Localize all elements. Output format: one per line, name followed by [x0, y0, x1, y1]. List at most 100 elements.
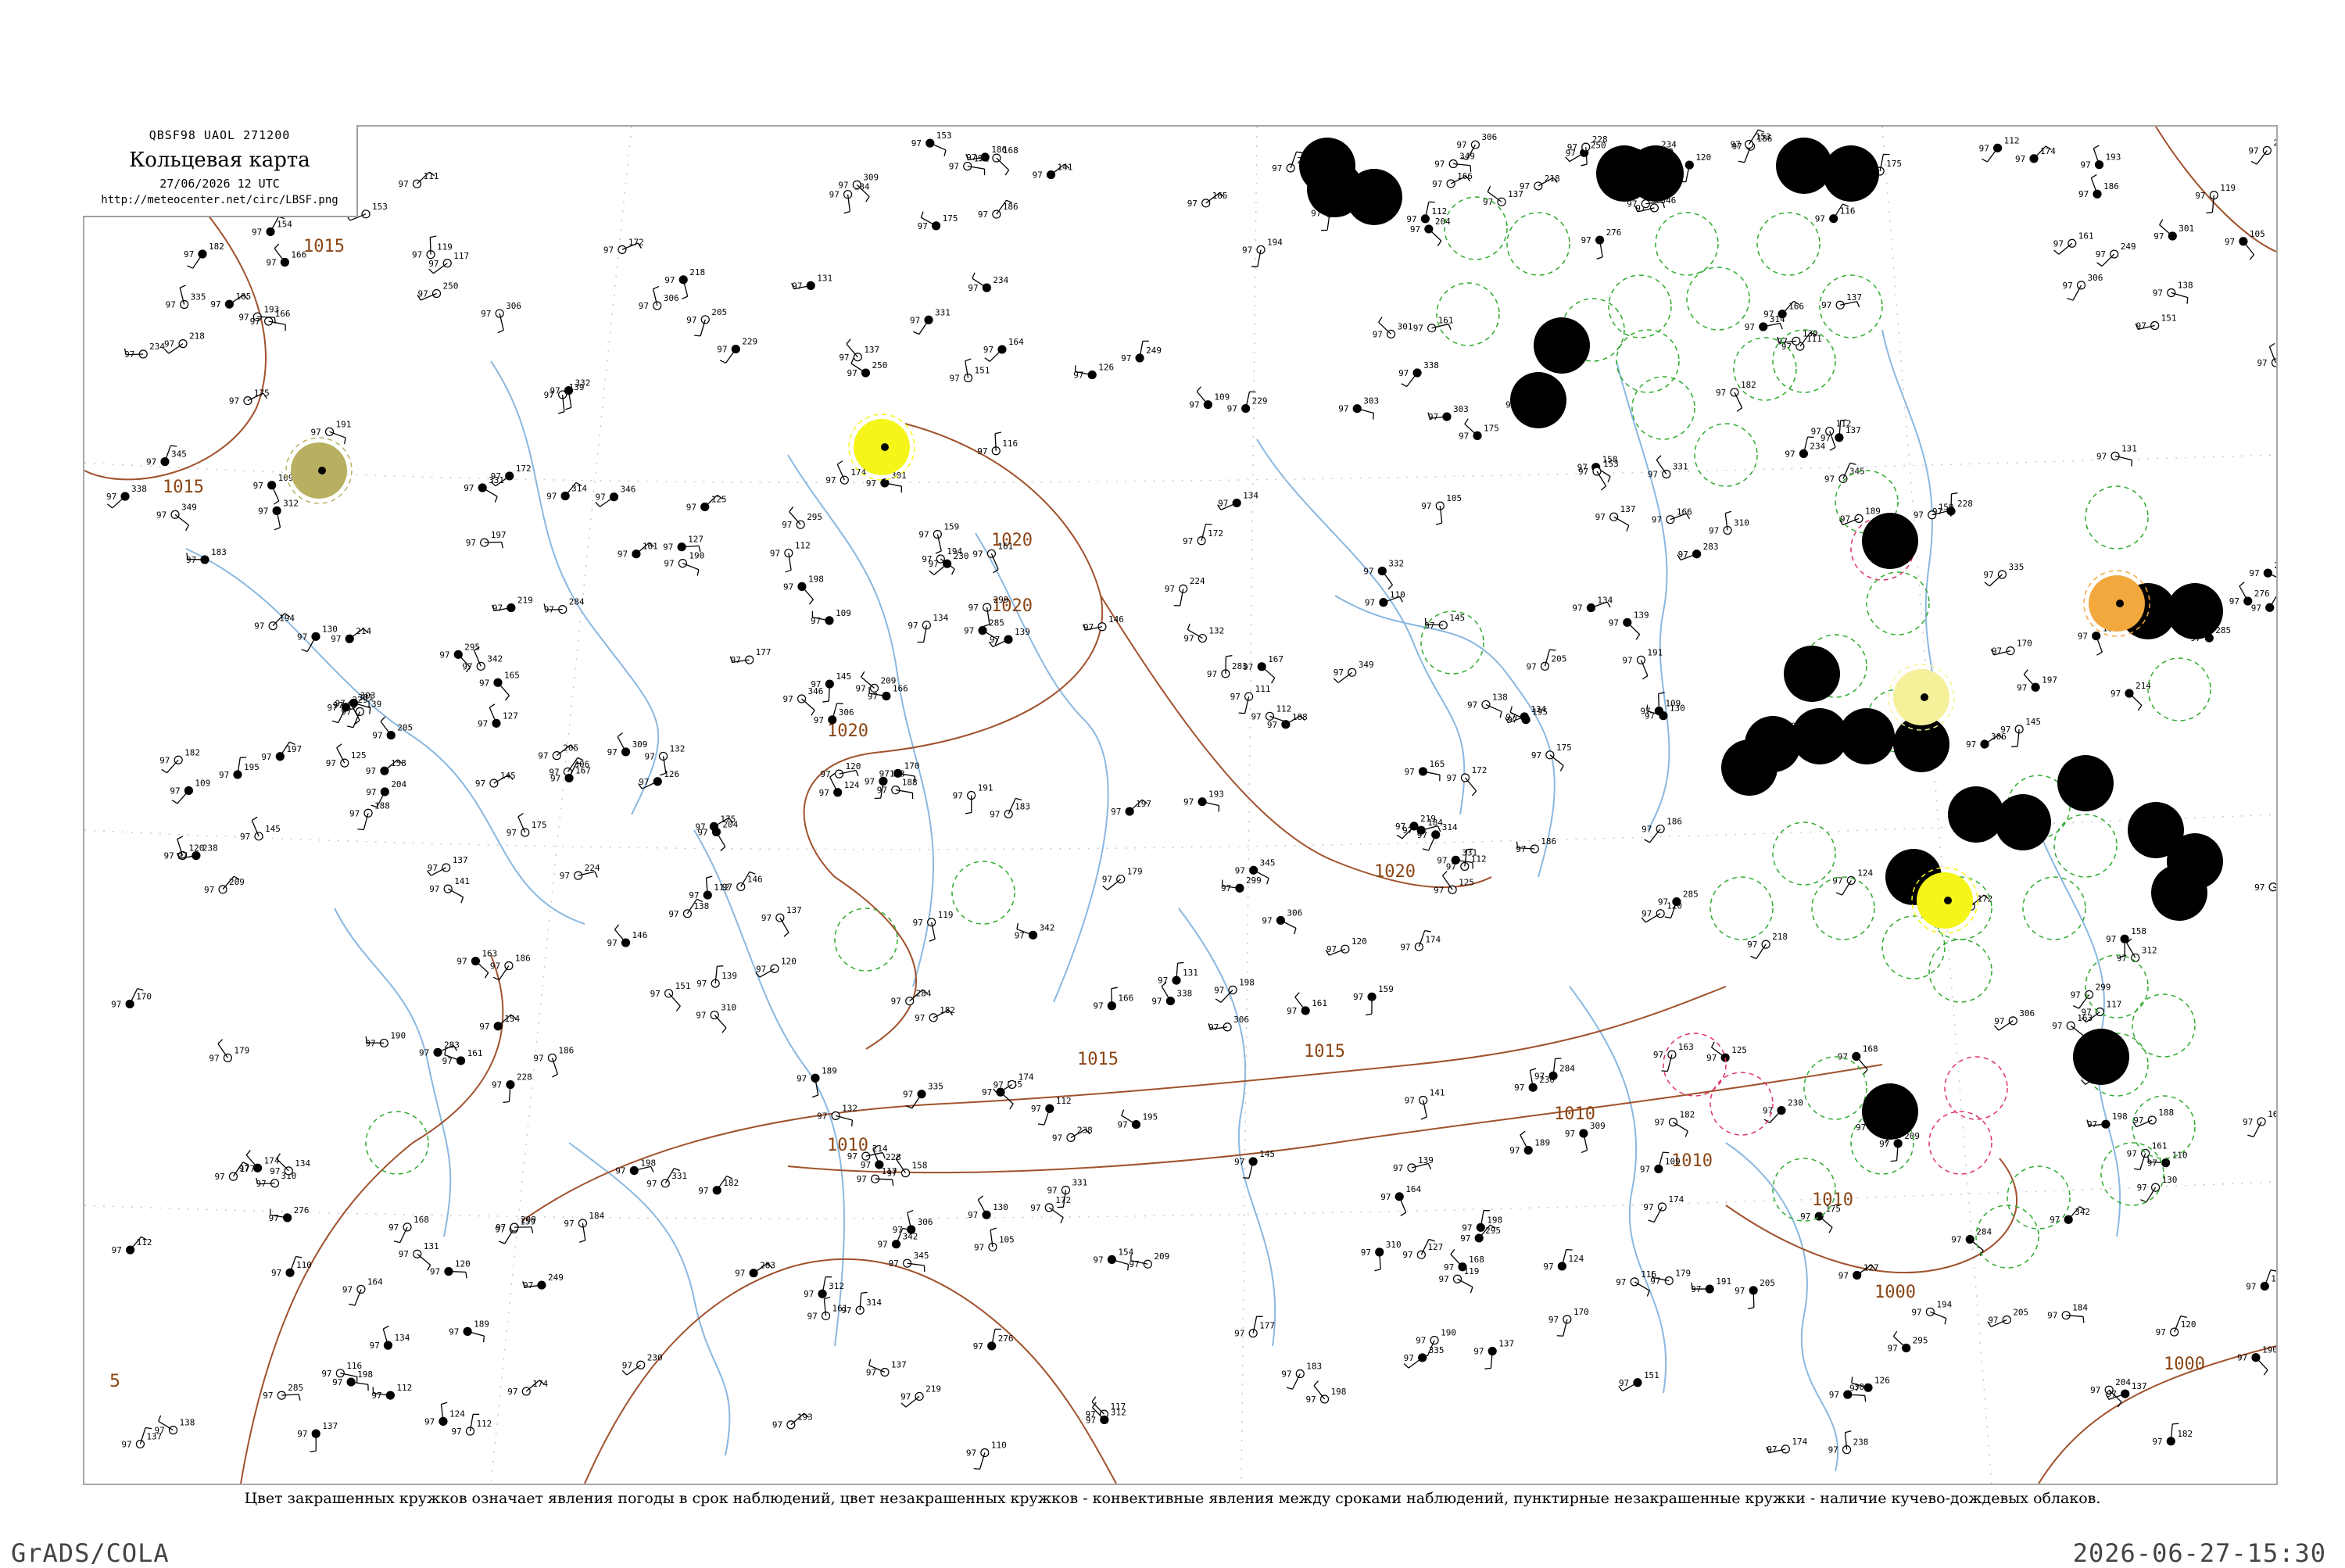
station-model: 20997	[1129, 1251, 1169, 1269]
station-circle	[244, 397, 252, 405]
station-temp: 97	[451, 1427, 461, 1437]
station-model: 10597	[1421, 493, 1462, 524]
station-temp: 97	[2152, 1437, 2162, 1447]
station-model: 17597	[229, 388, 270, 406]
wind-barb-flag	[1751, 956, 1756, 958]
station-temp: 97	[1654, 1118, 1664, 1128]
station-pressure: 349	[1359, 660, 1374, 670]
station-temp: 97	[156, 510, 166, 520]
station-model: 16897	[388, 1215, 429, 1243]
station-pressure: 332	[1388, 559, 1404, 569]
wind-barb-flag	[921, 212, 923, 218]
station-temp: 97	[829, 190, 840, 200]
station-model: 34697	[595, 485, 635, 507]
station-model: 11297	[770, 541, 811, 572]
station-temp: 97	[1572, 603, 1582, 614]
station-model: 12697	[639, 769, 679, 789]
station-pressure: 284	[1976, 1227, 1992, 1237]
station-model: 20597	[1735, 1278, 1775, 1309]
station-pressure: 145	[1259, 1149, 1275, 1159]
wind-barb	[1656, 460, 1666, 474]
map-frame: 1015101510201020102010201015101010101000…	[83, 125, 2278, 1485]
station-pressure: 124	[1568, 1254, 1584, 1264]
wind-barb-flag	[676, 1006, 680, 1011]
station-model: 11997	[412, 236, 453, 260]
station-temp: 97	[650, 989, 661, 999]
wind-barb-flag	[1808, 437, 1814, 438]
station-pressure: 283	[444, 1040, 460, 1050]
station-model: 34997	[1334, 660, 1374, 682]
station-model: 17097	[1991, 639, 2032, 657]
wind-barb	[2254, 1122, 2261, 1137]
station-temp: 97	[1221, 883, 1231, 893]
station-pressure: 153	[936, 131, 952, 141]
station-pressure: 190	[1441, 1328, 1456, 1338]
station-temp: 97	[968, 1210, 978, 1220]
station-temp: 97	[856, 683, 866, 693]
wind-barb	[1819, 1216, 1832, 1227]
weather-circle-red	[2068, 1024, 2134, 1090]
station-pressure: 299	[993, 595, 1009, 605]
station-model: 19197	[1691, 1276, 1731, 1294]
wind-barb-flag	[1295, 993, 1299, 997]
station-temp: 97	[618, 550, 628, 560]
wind-barb-flag	[1423, 849, 1429, 850]
wind-barb-flag	[1737, 408, 1742, 412]
wind-barb-flag	[1178, 962, 1184, 963]
station-temp: 97	[399, 1249, 409, 1259]
station-pressure: 112	[1431, 206, 1447, 217]
station-model: 18997	[1509, 1131, 1550, 1155]
station-model: 28597	[263, 1383, 303, 1401]
station-temp: 97	[646, 1179, 657, 1189]
weather-circle-olive	[286, 438, 352, 503]
station-model: 34597	[889, 1251, 929, 1272]
station-temp: 97	[507, 828, 517, 838]
station-pressure: 335	[928, 1082, 943, 1092]
station-circle	[1334, 185, 1342, 193]
station-pressure: 170	[2017, 639, 2032, 649]
station-temp: 97	[878, 1240, 888, 1250]
wind-barb-flag	[1437, 241, 1441, 246]
station-temp: 97	[2090, 1385, 2100, 1395]
station-temp: 97	[1402, 825, 1412, 836]
station-temp: 97	[184, 249, 194, 260]
wind-barb-flag	[908, 1210, 913, 1212]
wind-barb	[802, 586, 813, 600]
station-pressure: 158	[391, 758, 406, 768]
station-pressure: 161	[2152, 1140, 2168, 1151]
station-temp: 97	[544, 605, 554, 615]
station-model: 17297	[603, 237, 644, 255]
station-temp: 97	[332, 1377, 342, 1387]
station-model: 16597	[479, 670, 520, 700]
station-pressure: 130	[322, 624, 338, 634]
station-model: 13197	[2096, 443, 2137, 466]
station-model: 19497	[1911, 1299, 1952, 1324]
station-model: 23497	[968, 273, 1008, 293]
station-temp: 97	[607, 938, 618, 948]
station-pressure: 161	[2078, 231, 2094, 241]
station-temp: 97	[326, 758, 336, 768]
wind-barb-flag	[1294, 928, 1296, 934]
wind-barb	[997, 158, 1009, 170]
station-model: 34997	[156, 502, 197, 531]
station-pressure: 116	[1002, 439, 1018, 449]
station-pressure: 165	[1429, 759, 1445, 769]
cb-circle-green	[2148, 658, 2211, 721]
station-temp: 97	[819, 788, 829, 798]
station-pressure: 166	[291, 249, 306, 260]
station-model: 24997	[523, 1273, 564, 1291]
station-pressure: 283	[1703, 542, 1719, 552]
wind-barb-flag	[274, 501, 279, 505]
station-pressure: 338	[131, 484, 147, 494]
station-temp: 97	[538, 751, 548, 761]
wind-barb-flag	[159, 1416, 161, 1421]
wind-barb-flag	[1865, 1395, 1866, 1402]
station-model: 13797	[1473, 1339, 1514, 1369]
station-model: 22997	[2249, 560, 2276, 586]
river	[1335, 596, 1555, 877]
station-pressure: 228	[1957, 499, 1973, 509]
wind-barb-flag	[164, 349, 169, 353]
station-pressure: 303	[1363, 396, 1379, 406]
station-pressure: 175	[943, 213, 958, 224]
station-model: 18897	[2133, 1108, 2174, 1127]
